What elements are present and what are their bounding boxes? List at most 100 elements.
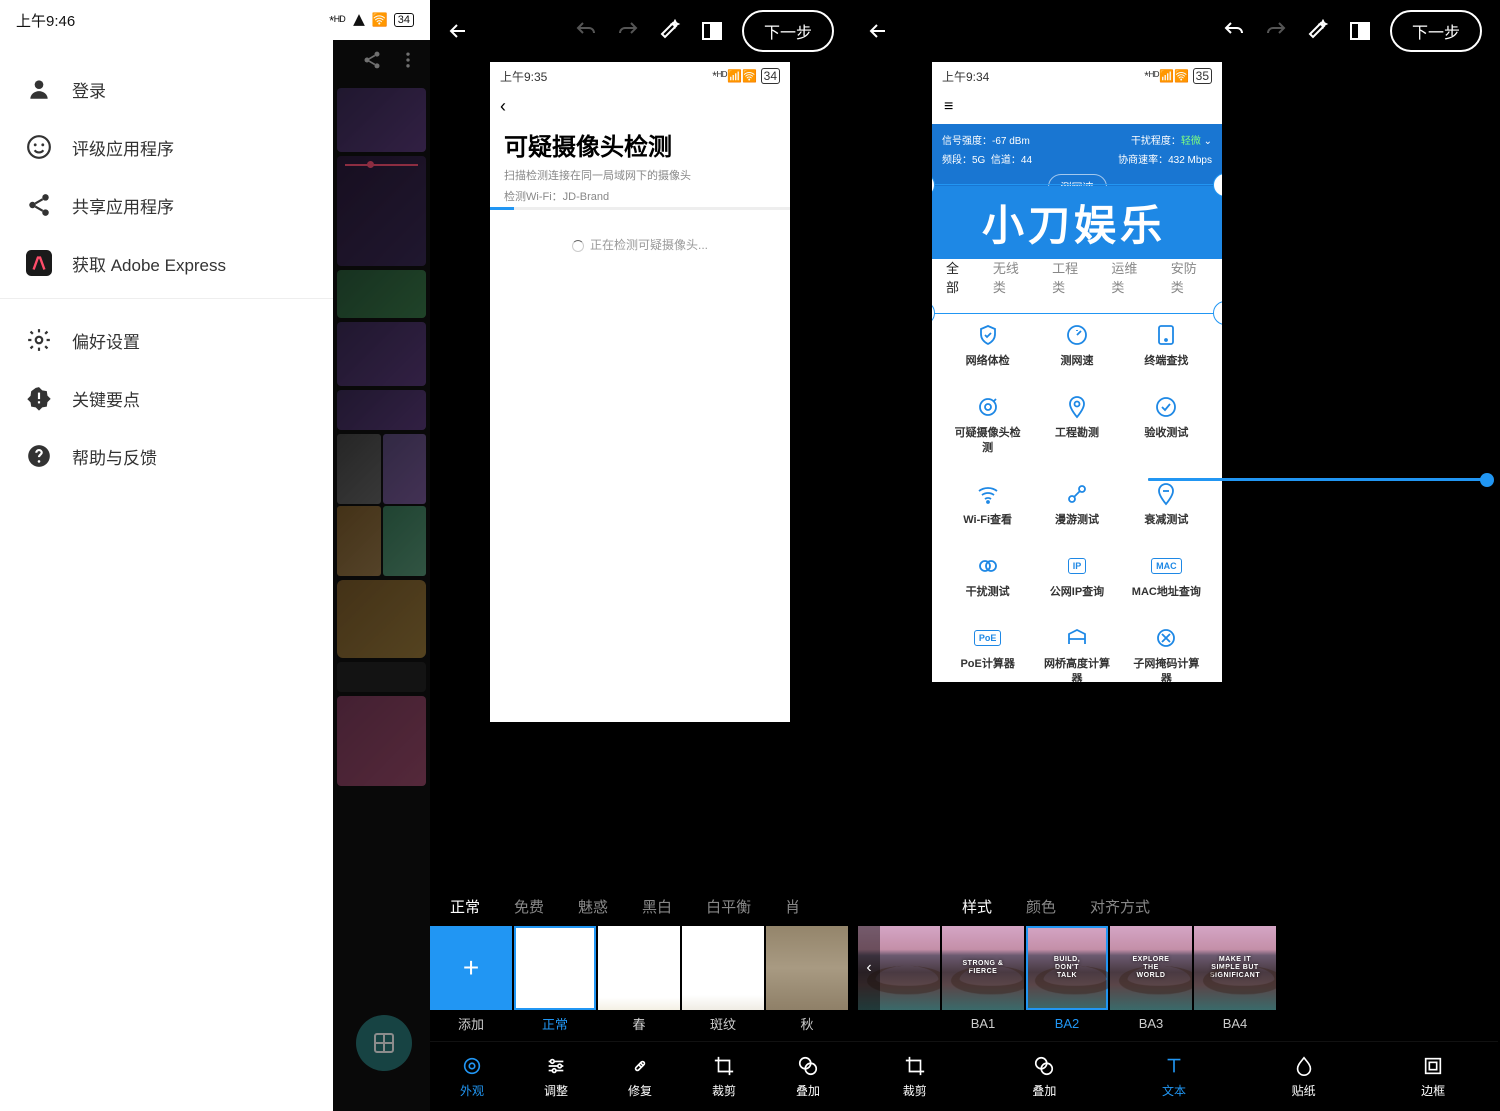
undo-icon[interactable] [574, 19, 598, 43]
net-tool: 子网掩码计算器 [1125, 615, 1208, 682]
preset-斑纹[interactable]: 斑纹 [682, 926, 764, 1041]
collage-fab[interactable] [356, 1015, 412, 1071]
gear-icon [26, 327, 52, 353]
phone-title: 可疑摄像头检测 [490, 123, 790, 166]
net-tool: 干扰测试 [946, 543, 1029, 609]
bottom-toolbar: 外观调整修复裁剪叠加 [430, 1041, 850, 1111]
share-icon[interactable] [362, 50, 382, 70]
filter-tab[interactable]: 黑白 [642, 896, 672, 917]
text-preset[interactable]: EXPLORE THE WORLDBA3 [1110, 926, 1192, 1041]
compare-icon[interactable] [1348, 19, 1372, 43]
back-icon[interactable] [866, 19, 890, 43]
drawer-label: 关键要点 [72, 386, 140, 411]
magic-icon[interactable] [658, 19, 682, 43]
drawer-label: 共享应用程序 [72, 193, 174, 218]
net-tool: 网络体检 [946, 312, 1029, 378]
tool-crop[interactable]: 裁剪 [682, 1042, 766, 1111]
magic-icon[interactable] [1306, 19, 1330, 43]
help-icon [26, 443, 52, 469]
smile-icon [26, 134, 52, 160]
filter-tab[interactable]: 正常 [450, 896, 480, 917]
drawer-label: 评级应用程序 [72, 135, 174, 160]
drawer-item-adobe[interactable]: 获取 Adobe Express [0, 234, 333, 299]
app-background [333, 40, 430, 1111]
drawer-item-help[interactable]: 帮助与反馈 [0, 427, 333, 485]
text-preset[interactable]: MAKE IT SIMPLE BUT SIGNIFICANTBA4 [1194, 926, 1276, 1041]
style-tab[interactable]: 颜色 [1026, 896, 1056, 917]
style-tab[interactable]: 样式 [962, 896, 992, 917]
preset-春[interactable]: 春 [598, 926, 680, 1041]
preset-正常[interactable]: 正常 [514, 926, 596, 1041]
drawer-item-alert[interactable]: 关键要点 [0, 369, 333, 427]
tool-category-tabs: 全部无线类工程类运维类安防类 [932, 248, 1222, 306]
style-tab[interactable]: 对齐方式 [1090, 896, 1150, 917]
text-preset[interactable]: STRONG & FIERCEBA1 [942, 926, 1024, 1041]
drawer-item-share[interactable]: 共享应用程序 [0, 176, 333, 234]
undo-icon[interactable] [1222, 19, 1246, 43]
net-tool: 漫游测试 [1035, 471, 1118, 537]
net-tool: 验收测试 [1125, 384, 1208, 465]
filter-tab[interactable]: 免费 [514, 896, 544, 917]
filter-category-tabs: 正常 免费 魅惑 黑白 白平衡 肖 [430, 886, 850, 926]
tool-drop[interactable]: 贴纸 [1239, 1042, 1369, 1111]
text-preset[interactable]: BUILD, DON'T TALKBA2 [1026, 926, 1108, 1041]
network-banner: 信号强度：-67 dBm干扰程度：轻微 ⌄ 频段：5G 信道：44协商速率：43… [932, 124, 1222, 210]
status-time: 上午9:46 [16, 10, 75, 31]
user-icon [26, 76, 52, 102]
edited-image[interactable]: 上午9:34*ᴴᴰ📶🛜 35 ≡ 信号强度：-67 dBm干扰程度：轻微 ⌄ 频… [932, 62, 1222, 682]
layers-icon [1033, 1054, 1055, 1078]
tool-crop[interactable]: 裁剪 [850, 1042, 980, 1111]
next-button[interactable]: 下一步 [742, 10, 834, 52]
preset-秋[interactable]: 秋 [766, 926, 848, 1041]
drawer-label: 偏好设置 [72, 328, 140, 353]
add-tool-row: + 添加常用工具 [932, 210, 1222, 247]
net-tool: 可疑摄像头检测 [946, 384, 1029, 465]
redo-icon[interactable] [616, 19, 640, 43]
status-bar: 上午9:46 *ᴴᴰ 🛜 34 [0, 0, 430, 40]
text-style-presets: ‹ STRONG & FIERCEBA1BUILD, DON'T TALKBA2E… [850, 926, 1498, 1041]
text-preset[interactable]: ‹ [858, 926, 940, 1041]
editor-topbar: 下一步 [430, 0, 850, 62]
alert-icon [26, 385, 52, 411]
compare-icon[interactable] [700, 19, 724, 43]
phone-back-icon: ‹ [490, 90, 790, 123]
hamburger-icon: ≡ [932, 90, 1222, 124]
nav-drawer: 登录评级应用程序共享应用程序获取 Adobe Express 偏好设置关键要点帮助… [0, 0, 333, 1111]
tool-layers[interactable]: 叠加 [980, 1042, 1110, 1111]
tool-sliders[interactable]: 调整 [514, 1042, 598, 1111]
tool-text[interactable]: 文本 [1109, 1042, 1239, 1111]
filter-tab[interactable]: 白平衡 [706, 896, 751, 917]
share-icon [26, 192, 52, 218]
net-tool: Wi-Fi查看 [946, 471, 1029, 537]
drawer-item-user[interactable]: 登录 [0, 60, 333, 118]
redo-icon[interactable] [1264, 19, 1288, 43]
edited-image[interactable]: 上午9:35*ᴴᴰ📶🛜 34 ‹ 可疑摄像头检测 扫描检测连接在同一局域网下的摄… [490, 62, 790, 722]
tool-heal[interactable]: 修复 [598, 1042, 682, 1111]
filter-tab[interactable]: 魅惑 [578, 896, 608, 917]
tool-layers[interactable]: 叠加 [766, 1042, 850, 1111]
net-tool: PoEPoE计算器 [946, 615, 1029, 682]
chevron-left-icon[interactable]: ‹ [858, 926, 880, 1010]
opacity-slider[interactable] [1148, 464, 1488, 494]
more-icon[interactable] [398, 50, 418, 70]
frame-icon [1422, 1054, 1444, 1078]
crop-icon [904, 1054, 926, 1078]
sliders-icon [545, 1054, 567, 1078]
net-tool: MACMAC地址查询 [1125, 543, 1208, 609]
tool-lens[interactable]: 外观 [430, 1042, 514, 1111]
net-tool: 终端查找 [1125, 312, 1208, 378]
bottom-toolbar: 裁剪叠加文本贴纸边框 [850, 1041, 1498, 1111]
net-tool: 工程勘测 [1035, 384, 1118, 465]
drawer-label: 登录 [72, 77, 106, 102]
preset-添加[interactable]: +添加 [430, 926, 512, 1041]
drawer-label: 帮助与反馈 [72, 444, 157, 469]
back-icon[interactable] [446, 19, 470, 43]
drawer-label: 获取 Adobe Express [72, 251, 226, 276]
drawer-item-smile[interactable]: 评级应用程序 [0, 118, 333, 176]
tool-frame[interactable]: 边框 [1368, 1042, 1498, 1111]
next-button[interactable]: 下一步 [1390, 10, 1482, 52]
text-style-tabs: 样式 颜色 对齐方式 [850, 886, 1498, 926]
drawer-item-gear[interactable]: 偏好设置 [0, 311, 333, 369]
filter-tab[interactable]: 肖 [785, 896, 800, 917]
adobe-icon [26, 250, 52, 276]
